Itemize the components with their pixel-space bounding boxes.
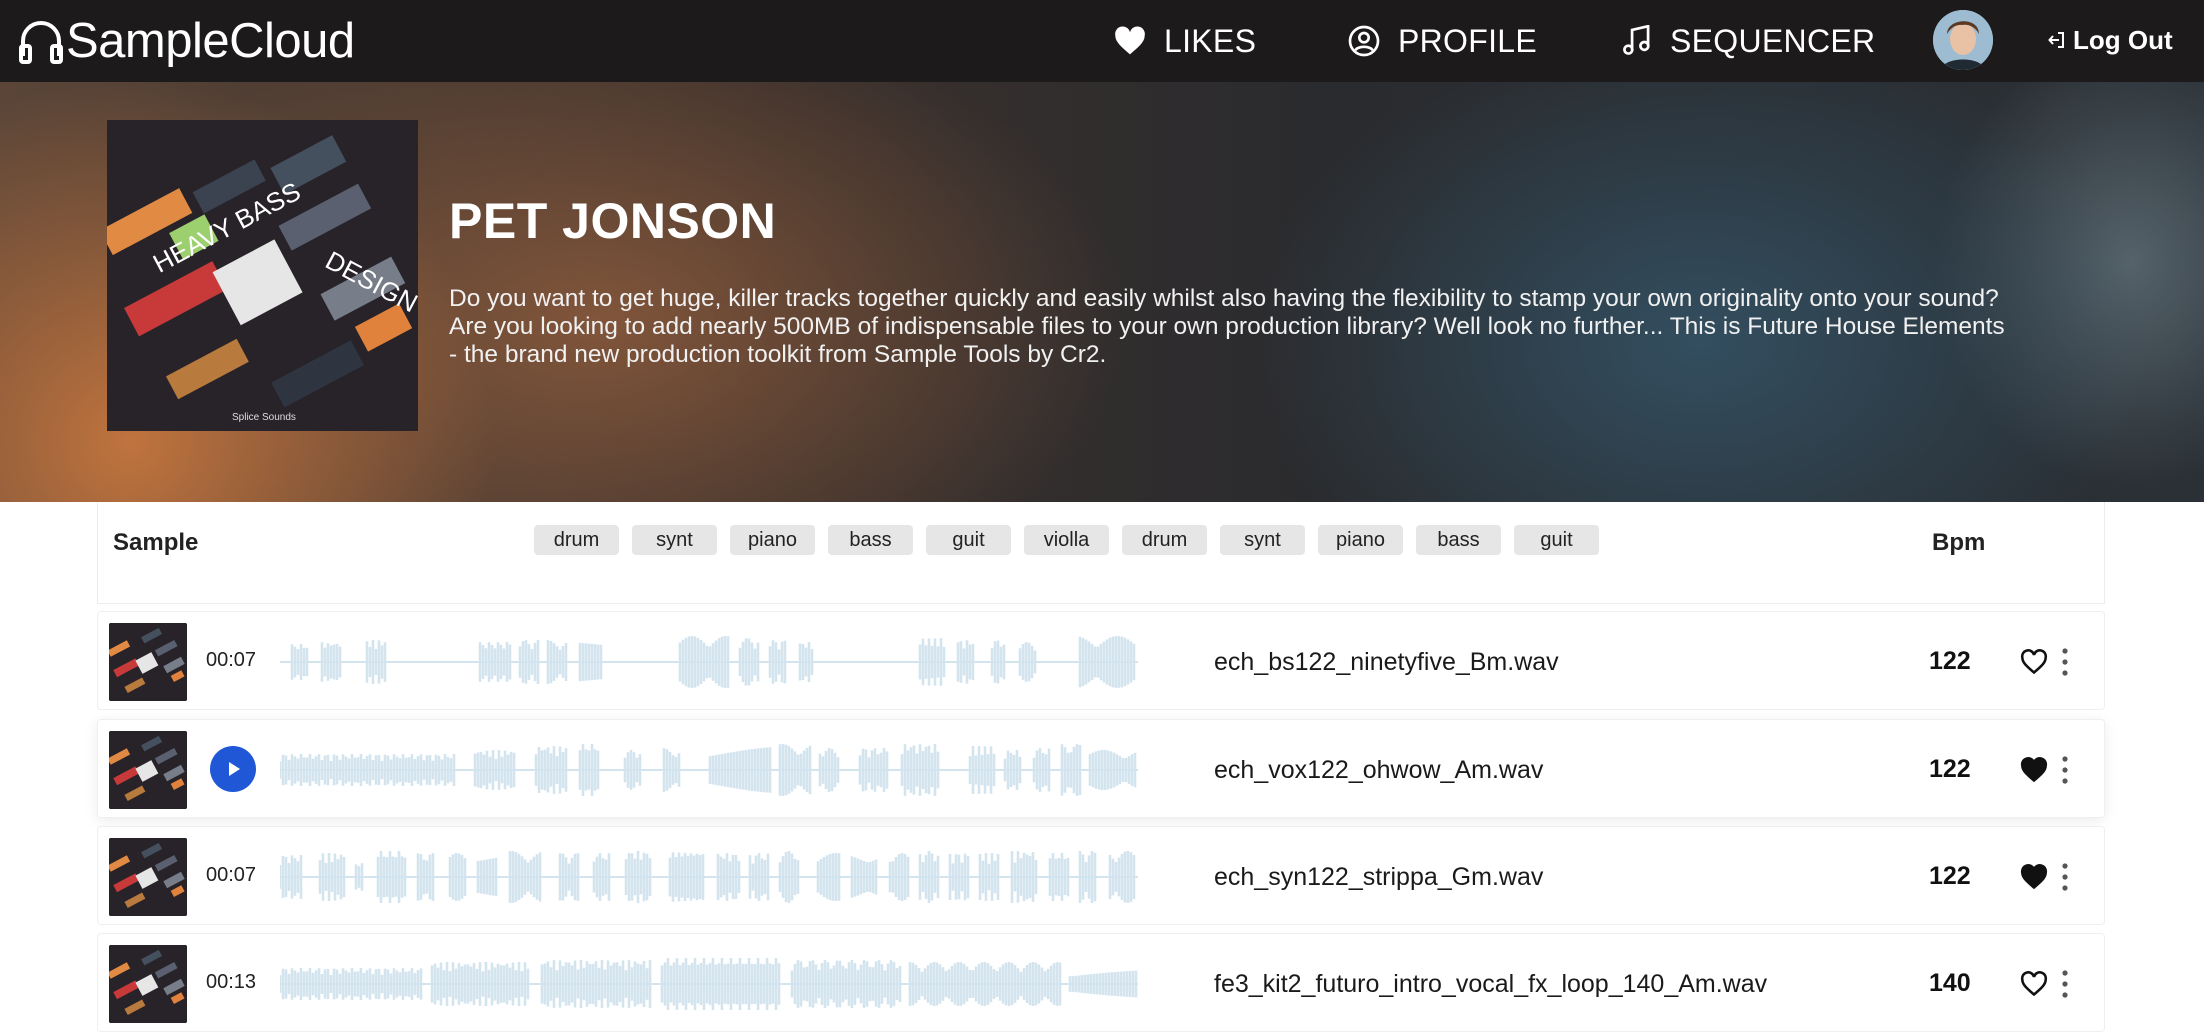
table-header: Sample drum synt piano bass guit violla … [97, 502, 2105, 604]
sample-bpm: 140 [1929, 969, 1971, 997]
play-button[interactable] [210, 746, 256, 792]
waveform[interactable] [280, 948, 1138, 1020]
bpm-column-header: Bpm [1932, 529, 1986, 556]
sample-thumbnail[interactable] [109, 731, 187, 809]
waveform[interactable] [280, 734, 1138, 806]
hero-description: Do you want to get huge, killer tracks t… [449, 285, 2005, 368]
svg-text:Splice Sounds: Splice Sounds [232, 412, 296, 423]
nav-sequencer-label: SEQUENCER [1670, 22, 1876, 59]
play-icon [229, 762, 240, 776]
sample-row[interactable]: 00:07 ech_syn122_strippa_Gm.wav 122 [97, 826, 2105, 925]
heart-filled-icon[interactable] [2020, 863, 2048, 891]
tag-chip[interactable]: violla [1024, 525, 1109, 555]
logout-label: Log Out [2073, 24, 2173, 55]
tag-chip[interactable]: piano [1318, 525, 1403, 555]
nav-profile[interactable]: PROFILE [1348, 16, 1537, 66]
tag-chip[interactable]: synt [1220, 525, 1305, 555]
heart-filled-icon[interactable] [2020, 756, 2048, 784]
page-title: PET JONSON [449, 193, 777, 249]
sample-row[interactable]: 00:13 fe3_kit2_futuro_intro_vocal_fx_loo… [97, 933, 2105, 1032]
nav-likes-label: LIKES [1164, 22, 1257, 59]
sample-row[interactable]: 00:07 ech_bs122_ninetyfive_Bm.wav 122 [97, 611, 2105, 710]
sample-thumbnail[interactable] [109, 623, 187, 701]
logo[interactable]: SampleCloud [18, 12, 355, 70]
tag-chip[interactable]: guit [926, 525, 1011, 555]
nav-sequencer[interactable]: SEQUENCER [1622, 16, 1875, 66]
sample-filename: ech_bs122_ninetyfive_Bm.wav [1214, 648, 1559, 676]
tag-filter-list: drum synt piano bass guit violla drum sy… [534, 525, 1599, 555]
sample-bpm: 122 [1929, 862, 1971, 890]
sample-filename: fe3_kit2_futuro_intro_vocal_fx_loop_140_… [1214, 970, 1768, 998]
avatar[interactable] [1933, 10, 1993, 70]
waveform[interactable] [280, 626, 1138, 698]
more-vertical-icon[interactable] [2056, 861, 2074, 893]
tag-chip[interactable]: bass [1416, 525, 1501, 555]
logo-text: SampleCloud [66, 14, 355, 68]
hero-banner: HEAVY BASS DESIGN Splice Sounds PET JONS… [0, 82, 2204, 502]
heart-outline-icon[interactable] [2020, 648, 2048, 676]
nav-profile-label: PROFILE [1398, 22, 1538, 59]
sample-row[interactable]: ech_vox122_ohwow_Am.wav 122 [97, 719, 2105, 818]
user-circle-icon [1348, 25, 1380, 57]
top-navbar: SampleCloud LIKES PROFILE SEQUENCER Log … [0, 0, 2204, 82]
album-cover: HEAVY BASS DESIGN Splice Sounds [107, 120, 418, 431]
music-note-icon [1623, 25, 1650, 55]
heart-outline-icon[interactable] [2020, 970, 2048, 998]
tag-chip[interactable]: synt [632, 525, 717, 555]
more-vertical-icon[interactable] [2056, 754, 2074, 786]
logout-icon [2048, 32, 2064, 48]
more-vertical-icon[interactable] [2056, 646, 2074, 678]
nav-likes[interactable]: LIKES [1114, 16, 1256, 66]
sample-column-header: Sample [113, 529, 199, 556]
sample-filename: ech_vox122_ohwow_Am.wav [1214, 756, 1544, 784]
tag-chip[interactable]: guit [1514, 525, 1599, 555]
sample-bpm: 122 [1929, 647, 1971, 675]
sample-bpm: 122 [1929, 755, 1971, 783]
waveform[interactable] [280, 841, 1138, 913]
tag-chip[interactable]: drum [1122, 525, 1207, 555]
logout-button[interactable]: Log Out [2047, 20, 2173, 60]
sample-duration: 00:13 [206, 971, 257, 993]
sample-filename: ech_syn122_strippa_Gm.wav [1214, 863, 1544, 891]
more-vertical-icon[interactable] [2056, 968, 2074, 1000]
sample-duration: 00:07 [206, 864, 257, 886]
tag-chip[interactable]: bass [828, 525, 913, 555]
tag-chip[interactable]: piano [730, 525, 815, 555]
heart-icon [1115, 26, 1145, 55]
headphones-icon [19, 21, 63, 64]
sample-thumbnail[interactable] [109, 838, 187, 916]
sample-thumbnail[interactable] [109, 945, 187, 1023]
tag-chip[interactable]: drum [534, 525, 619, 555]
sample-duration: 00:07 [206, 649, 257, 671]
